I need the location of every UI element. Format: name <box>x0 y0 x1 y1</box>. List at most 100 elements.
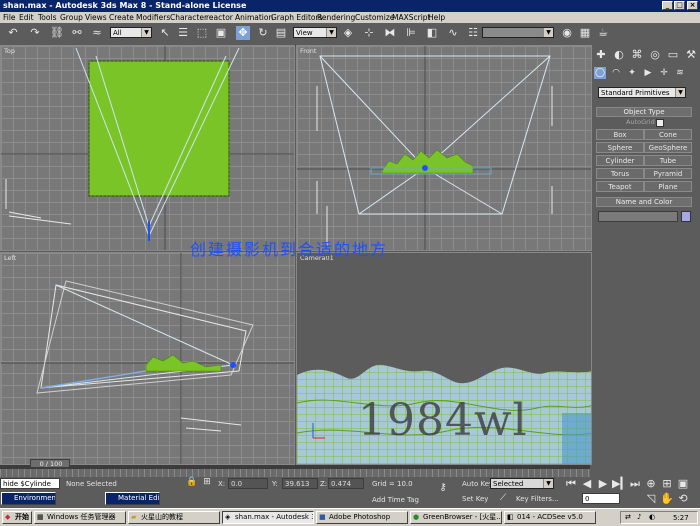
unlink-icon[interactable]: ⚯ <box>70 26 84 40</box>
modify-tab-icon[interactable]: ◐ <box>612 48 626 62</box>
menu-views[interactable]: Views <box>85 13 107 22</box>
y-coordinate-field[interactable]: 39.613 <box>282 478 318 489</box>
arc-rotate-icon[interactable]: ⟲ <box>676 492 690 506</box>
menu-reactor[interactable]: reactor <box>206 13 233 22</box>
object-name-field[interactable] <box>598 211 678 222</box>
layer-manager-icon[interactable]: ◧ <box>425 26 439 40</box>
go-to-start-icon[interactable]: ⏮ <box>564 477 578 491</box>
primitive-category-dropdown[interactable]: Standard Primitives ▼ <box>598 87 686 98</box>
cylinder-button[interactable]: Cylinder <box>596 155 644 166</box>
key-icon[interactable]: ⚷ <box>436 481 450 495</box>
undo-icon[interactable]: ↶ <box>6 26 20 40</box>
geosphere-button[interactable]: GeoSphere <box>644 142 692 153</box>
object-color-swatch[interactable] <box>681 211 691 222</box>
cone-button[interactable]: Cone <box>644 129 692 140</box>
set-key-button[interactable]: Set Key <box>462 495 488 503</box>
menu-modifiers[interactable]: Modifiers <box>136 13 170 22</box>
lights-icon[interactable]: ✦ <box>626 67 638 79</box>
box-button[interactable]: Box <box>596 129 644 140</box>
field-of-view-icon[interactable]: ◹ <box>644 492 658 506</box>
sphere-button[interactable]: Sphere <box>596 142 644 153</box>
align-icon[interactable]: ⊫ <box>404 26 418 40</box>
next-frame-icon[interactable]: ▶▎ <box>612 477 629 491</box>
helpers-icon[interactable]: ✛ <box>658 67 670 79</box>
start-button[interactable]: ◆ 开始 <box>2 511 32 524</box>
zoom-extents-icon[interactable]: ▣ <box>676 477 690 491</box>
pivot-center-icon[interactable]: ◈ <box>341 26 355 40</box>
track-bar-ticks[interactable] <box>0 469 590 477</box>
select-and-rotate-icon[interactable]: ↻ <box>256 26 270 40</box>
motion-tab-icon[interactable]: ◎ <box>648 48 662 62</box>
curve-editor-icon[interactable]: ∿ <box>446 26 460 40</box>
reference-coordinate-dropdown[interactable]: View ▼ <box>293 27 337 38</box>
taskbar-folder[interactable]: ▰ 火星山的教程 <box>128 511 220 524</box>
pan-icon[interactable]: ✋ <box>660 492 674 506</box>
zoom-all-icon[interactable]: ⊞ <box>660 477 674 491</box>
go-to-end-icon[interactable]: ⏭ <box>628 477 642 491</box>
auto-key-button[interactable]: Auto Key <box>462 480 493 488</box>
torus-button[interactable]: Torus <box>596 168 644 179</box>
x-coordinate-field[interactable]: 0.0 <box>228 478 268 489</box>
teapot-button[interactable]: Teapot <box>596 181 644 192</box>
material-editor-icon[interactable]: ◉ <box>560 26 574 40</box>
selection-filter-dropdown[interactable]: All ▼ <box>110 27 152 38</box>
tray-volume-icon[interactable]: ♪ <box>637 513 641 521</box>
taskbar-task-manager[interactable]: ▦ Windows 任务管理器 <box>34 511 126 524</box>
space-warps-icon[interactable]: ≋ <box>674 67 686 79</box>
select-and-link-icon[interactable]: ⛓ <box>50 26 64 40</box>
tray-network-icon[interactable]: ⇄ <box>625 513 631 521</box>
key-mode-dropdown[interactable]: Selected ▼ <box>490 478 554 489</box>
floating-environment-window[interactable]: Environment... <box>1 492 56 505</box>
set-key-icon[interactable]: ⟋ <box>496 491 510 505</box>
menu-rendering[interactable]: Rendering <box>317 13 355 22</box>
absolute-mode-icon[interactable]: ⊞ <box>200 475 214 489</box>
play-icon[interactable]: ▶ <box>596 477 610 491</box>
zoom-icon[interactable]: ⊕ <box>644 477 658 491</box>
current-frame-field[interactable]: 0 <box>582 493 620 504</box>
viewport-left[interactable]: Left <box>0 252 295 465</box>
lock-selection-icon[interactable]: 🔒 <box>185 475 199 489</box>
menu-help[interactable]: Help <box>428 13 445 22</box>
maxscript-listener-field[interactable]: hide $Cylinde <box>0 478 60 489</box>
key-filters-button[interactable]: Key Filters... <box>516 495 559 503</box>
menu-graph-editors[interactable]: Graph Editors <box>271 13 323 22</box>
named-selection-dropdown[interactable]: ▼ <box>482 27 554 38</box>
create-tab-icon[interactable]: ✚ <box>594 48 608 62</box>
select-by-name-icon[interactable]: ☰ <box>176 26 190 40</box>
viewport-front[interactable]: Front <box>296 45 592 251</box>
floating-material-editor-window[interactable]: Material Edit... <box>105 492 160 505</box>
menu-customize[interactable]: Customize <box>355 13 394 22</box>
menu-edit[interactable]: Edit <box>19 13 34 22</box>
name-and-color-rollout[interactable]: Name and Color <box>596 197 692 207</box>
mirror-icon[interactable]: ⧓ <box>383 26 397 40</box>
window-crossing-icon[interactable]: ▣ <box>214 26 228 40</box>
menu-create[interactable]: Create <box>109 13 134 22</box>
taskbar-acdsee[interactable]: ◧ 014 - ACDSee v5.0 <box>504 511 596 524</box>
named-selection-icon[interactable]: ☷ <box>466 26 480 40</box>
cameras-icon[interactable]: ▶ <box>642 67 654 79</box>
display-tab-icon[interactable]: ▭ <box>666 48 680 62</box>
selection-region-icon[interactable]: ⬚ <box>195 26 209 40</box>
utilities-tab-icon[interactable]: ⚒ <box>684 48 698 62</box>
render-scene-icon[interactable]: ▦ <box>578 26 592 40</box>
plane-button[interactable]: Plane <box>644 181 692 192</box>
maximize-button[interactable]: □ <box>674 1 685 10</box>
taskbar-greenbrowser[interactable]: ● GreenBrowser - [火星... <box>410 511 502 524</box>
z-coordinate-field[interactable]: 0.474 <box>328 478 364 489</box>
tube-button[interactable]: Tube <box>644 155 692 166</box>
bind-space-warp-icon[interactable]: ≈ <box>90 26 104 40</box>
menu-animation[interactable]: Animation <box>235 13 273 22</box>
menu-group[interactable]: Group <box>60 13 83 22</box>
autogrid-checkbox[interactable] <box>656 119 664 127</box>
minimize-button[interactable]: _ <box>662 1 673 10</box>
menu-character[interactable]: Character <box>170 13 207 22</box>
select-and-move-icon[interactable]: ✥ <box>236 26 250 40</box>
geometry-icon[interactable]: ◯ <box>594 67 606 79</box>
previous-frame-icon[interactable]: ◀ <box>580 477 594 491</box>
menu-tools[interactable]: Tools <box>38 13 56 22</box>
tray-ime-icon[interactable]: ◐ <box>649 513 655 521</box>
pyramid-button[interactable]: Pyramid <box>644 168 692 179</box>
add-time-tag-button[interactable]: Add Time Tag <box>372 496 419 504</box>
hierarchy-tab-icon[interactable]: ⌘ <box>630 48 644 62</box>
taskbar-3dsmax[interactable]: ◈ shan.max - Autodesk 3... <box>222 511 314 524</box>
